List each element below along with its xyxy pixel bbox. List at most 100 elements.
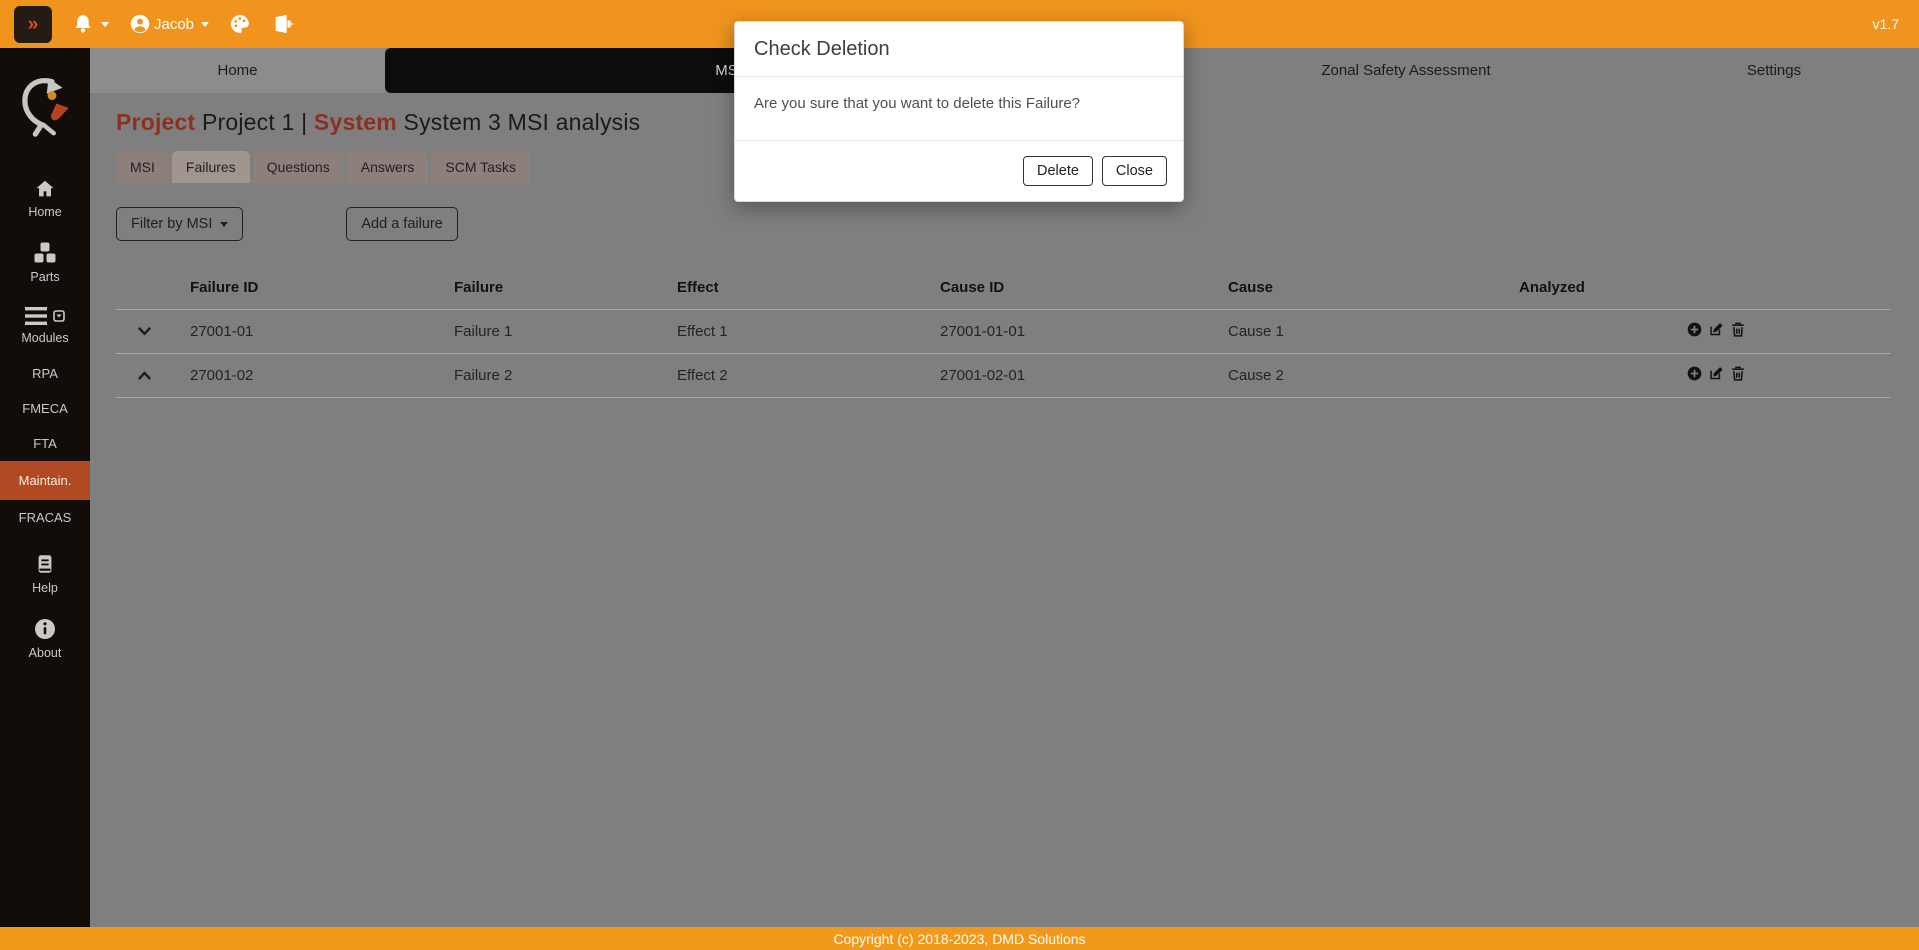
- theme-button[interactable]: [229, 13, 251, 35]
- trash-icon: [1731, 322, 1745, 340]
- dropdown-caret-icon: [101, 22, 109, 27]
- footer: Copyright (c) 2018-2023, DMD Solutions: [0, 927, 1919, 950]
- sidebar-item-rpa[interactable]: RPA: [0, 356, 90, 391]
- cell-effect: Effect 2: [673, 353, 936, 397]
- home-icon: [33, 178, 57, 200]
- column-header-cause-id: Cause ID: [936, 267, 1224, 309]
- actions-row: Filter by MSI Add a failure: [116, 207, 1893, 241]
- notifications-button[interactable]: [72, 13, 109, 35]
- sidebar: Home Parts Modules RPA FMECA FTA Maintai…: [0, 48, 90, 927]
- tab-answers[interactable]: Answers: [347, 151, 429, 183]
- cell-failure-id: 27001-02: [186, 353, 450, 397]
- palette-icon: [229, 13, 251, 35]
- cell-failure: Failure 1: [450, 309, 673, 353]
- sidebar-item-home[interactable]: Home: [0, 167, 90, 230]
- column-header-expand: [116, 267, 186, 309]
- project-label: Project: [116, 109, 195, 135]
- filter-by-msi-button[interactable]: Filter by MSI: [116, 207, 243, 241]
- row-actions: [1687, 322, 1887, 340]
- bell-icon: [72, 13, 94, 35]
- modal-body-text: Are you sure that you want to delete thi…: [735, 77, 1183, 141]
- sidebar-item-label: Home: [28, 205, 61, 219]
- row-delete-button[interactable]: [1731, 322, 1745, 340]
- announcements-button[interactable]: [271, 13, 295, 35]
- cell-effect: Effect 1: [673, 309, 936, 353]
- sidebar-item-label: Parts: [30, 270, 59, 284]
- user-name: Jacob: [154, 16, 194, 33]
- cell-cause-id: 27001-01-01: [936, 309, 1224, 353]
- user-icon: [129, 13, 151, 35]
- row-add-button[interactable]: [1687, 322, 1702, 340]
- sidebar-item-fta[interactable]: FTA: [0, 426, 90, 461]
- trash-icon: [1731, 366, 1745, 384]
- modal-header: Check Deletion: [735, 22, 1183, 77]
- copyright-text: Copyright (c) 2018-2023, DMD Solutions: [833, 931, 1085, 947]
- tab-scm-tasks[interactable]: SCM Tasks: [431, 151, 530, 183]
- table-row: 27001-02 Failure 2 Effect 2 27001-02-01 …: [116, 353, 1891, 397]
- row-expand-toggle[interactable]: [116, 353, 186, 397]
- sidebar-item-label: About: [29, 646, 62, 660]
- bird-logo-icon: [17, 74, 73, 145]
- column-header-failure: Failure: [450, 267, 673, 309]
- sidebar-item-parts[interactable]: Parts: [0, 230, 90, 295]
- title-divider: |: [301, 109, 307, 135]
- nav-tab-settings[interactable]: Settings: [1629, 48, 1919, 93]
- cell-cause-id: 27001-02-01: [936, 353, 1224, 397]
- row-delete-button[interactable]: [1731, 366, 1745, 384]
- close-button[interactable]: Close: [1102, 156, 1167, 186]
- table-row: 27001-01 Failure 1 Effect 1 27001-01-01 …: [116, 309, 1891, 353]
- failures-table: Failure ID Failure Effect Cause ID Cause…: [116, 267, 1891, 398]
- modules-icon: [25, 306, 65, 326]
- chevron-up-icon: [138, 367, 151, 384]
- tab-msi[interactable]: MSI: [116, 151, 169, 183]
- row-add-button[interactable]: [1687, 366, 1702, 384]
- table-header-row: Failure ID Failure Effect Cause ID Cause…: [116, 267, 1891, 309]
- system-label: System: [314, 109, 397, 135]
- cell-failure-id: 27001-01: [186, 309, 450, 353]
- parts-icon: [32, 241, 58, 265]
- add-failure-label: Add a failure: [361, 216, 442, 232]
- dropdown-caret-icon: [201, 22, 209, 27]
- row-edit-button[interactable]: [1709, 322, 1724, 340]
- sidebar-item-label: Modules: [21, 331, 68, 345]
- column-header-effect: Effect: [673, 267, 936, 309]
- sidebar-item-modules[interactable]: Modules: [0, 295, 90, 356]
- tab-questions[interactable]: Questions: [253, 151, 344, 183]
- modal-footer: Delete Close: [735, 141, 1183, 201]
- sidebar-item-label: FTA: [33, 436, 57, 451]
- row-expand-toggle[interactable]: [116, 309, 186, 353]
- user-menu-button[interactable]: Jacob: [129, 13, 209, 35]
- modal-title: Check Deletion: [754, 38, 1164, 61]
- sidebar-item-maintain[interactable]: Maintain.: [0, 461, 90, 500]
- edit-icon: [1709, 322, 1724, 340]
- sidebar-item-fracas[interactable]: FRACAS: [0, 500, 90, 535]
- double-chevron-icon: »: [28, 15, 39, 34]
- megaphone-icon: [271, 13, 295, 35]
- sidebar-item-label: FRACAS: [19, 510, 72, 525]
- filter-by-msi-label: Filter by MSI: [131, 216, 212, 232]
- plus-circle-icon: [1687, 322, 1702, 340]
- plus-circle-icon: [1687, 366, 1702, 384]
- sidebar-item-fmeca[interactable]: FMECA: [0, 391, 90, 426]
- sidebar-item-label: FMECA: [22, 401, 68, 416]
- tab-failures[interactable]: Failures: [172, 151, 250, 183]
- column-header-analyzed: Analyzed: [1515, 267, 1683, 309]
- column-header-actions: [1683, 267, 1891, 309]
- nav-tab-home[interactable]: Home: [90, 48, 385, 93]
- edit-icon: [1709, 366, 1724, 384]
- version-label: v1.7: [1873, 16, 1899, 32]
- sidebar-item-help[interactable]: Help: [0, 541, 90, 606]
- info-icon: [33, 617, 57, 641]
- sidebar-item-label: RPA: [32, 366, 58, 381]
- chevron-down-icon: [138, 323, 151, 340]
- delete-button[interactable]: Delete: [1023, 156, 1093, 186]
- nav-tab-zonal-safety-assessment[interactable]: Zonal Safety Assessment: [1183, 48, 1629, 93]
- column-header-failure-id: Failure ID: [186, 267, 450, 309]
- row-actions: [1687, 366, 1887, 384]
- add-failure-button[interactable]: Add a failure: [346, 207, 457, 241]
- sidebar-item-about[interactable]: About: [0, 606, 90, 671]
- collapse-sidebar-button[interactable]: »: [14, 6, 52, 43]
- row-edit-button[interactable]: [1709, 366, 1724, 384]
- cell-analyzed: [1515, 353, 1683, 397]
- sidebar-item-label: Maintain.: [19, 473, 72, 488]
